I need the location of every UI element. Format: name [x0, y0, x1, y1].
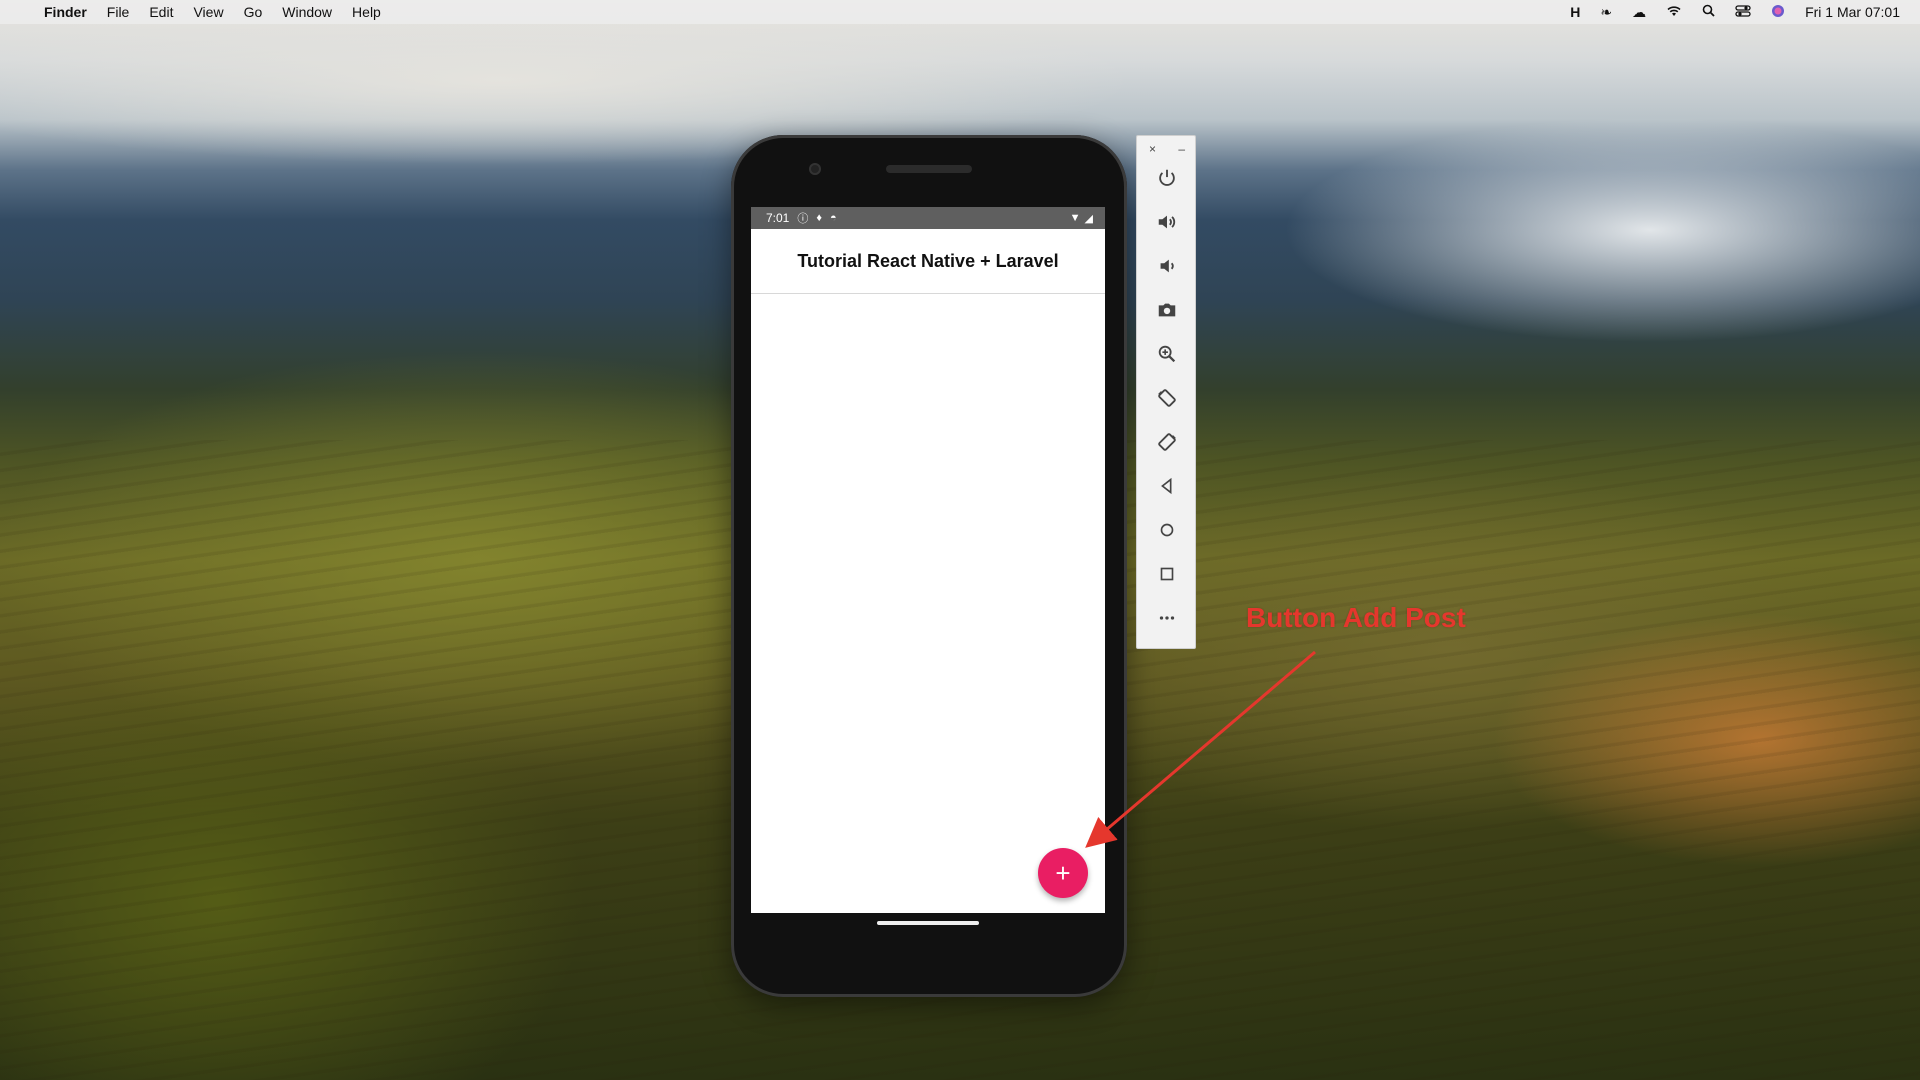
menu-app-finder[interactable]: Finder [44, 4, 87, 20]
app-header-title: Tutorial React Native + Laravel [751, 229, 1105, 294]
volume-up-button[interactable] [1137, 200, 1197, 244]
siri-icon[interactable] [1771, 4, 1785, 21]
camera-icon [1158, 303, 1176, 317]
status-time: 7:01 [766, 211, 790, 225]
overview-button[interactable] [1137, 552, 1197, 596]
data-saver-icon: ◓ [829, 212, 837, 224]
home-button[interactable] [1137, 508, 1197, 552]
android-emulator-device: 7:01 ⓘ ♦ ◓ ▼ ◢ Tutorial React Native + L… [731, 135, 1127, 997]
menu-window[interactable]: Window [282, 4, 332, 20]
gesture-navigation-bar[interactable] [877, 921, 979, 925]
close-icon[interactable]: × [1149, 142, 1156, 156]
more-button[interactable] [1137, 596, 1197, 640]
zoom-button[interactable] [1137, 332, 1197, 376]
menu-file[interactable]: File [107, 4, 130, 20]
earpiece-speaker [886, 165, 972, 173]
rotate-right-icon [1158, 433, 1176, 451]
menu-view[interactable]: View [193, 4, 223, 20]
volume-down-button[interactable] [1137, 244, 1197, 288]
device-screen[interactable]: 7:01 ⓘ ♦ ◓ ▼ ◢ Tutorial React Native + L… [751, 207, 1105, 913]
control-center-icon[interactable] [1735, 4, 1751, 20]
back-icon [1161, 477, 1172, 495]
menu-clock[interactable]: Fri 1 Mar 07:01 [1805, 4, 1900, 20]
annotation-label: Button Add Post [1246, 602, 1466, 633]
search-icon[interactable] [1702, 4, 1715, 20]
h-icon[interactable]: H [1570, 4, 1580, 20]
menu-help[interactable]: Help [352, 4, 381, 20]
front-camera [809, 163, 821, 175]
rotate-left-button[interactable] [1137, 376, 1197, 420]
volume-up-icon [1158, 215, 1176, 229]
menu-go[interactable]: Go [244, 4, 263, 20]
power-icon [1159, 169, 1175, 186]
menu-bar: Finder File Edit View Go Window Help H ❧… [0, 0, 1920, 24]
more-icon [1159, 616, 1175, 620]
emulator-toolbar: × – [1136, 135, 1196, 649]
power-button[interactable] [1137, 156, 1197, 200]
cloud-icon[interactable]: ☁ [1632, 4, 1646, 21]
add-post-button[interactable]: + [1038, 848, 1088, 898]
home-icon [1160, 523, 1174, 537]
overview-icon [1160, 567, 1174, 581]
zoom-icon [1158, 345, 1176, 363]
menu-edit[interactable]: Edit [149, 4, 173, 20]
cell-signal-icon: ◢ [1084, 212, 1093, 225]
volume-down-icon [1160, 259, 1174, 273]
wifi-icon[interactable] [1666, 4, 1682, 20]
back-button[interactable] [1137, 464, 1197, 508]
minimize-icon[interactable]: – [1178, 142, 1185, 156]
wifi-signal-icon: ▼ [1069, 211, 1081, 224]
rotate-right-button[interactable] [1137, 420, 1197, 464]
android-status-bar: 7:01 ⓘ ♦ ◓ ▼ ◢ [751, 207, 1105, 229]
plus-icon: + [1055, 857, 1071, 888]
rotate-left-icon [1158, 389, 1176, 407]
leaf-icon[interactable]: ❧ [1600, 4, 1612, 21]
info-icon: ⓘ [797, 213, 809, 225]
screenshot-button[interactable] [1137, 288, 1197, 332]
microphone-icon: ♦ [816, 212, 822, 224]
